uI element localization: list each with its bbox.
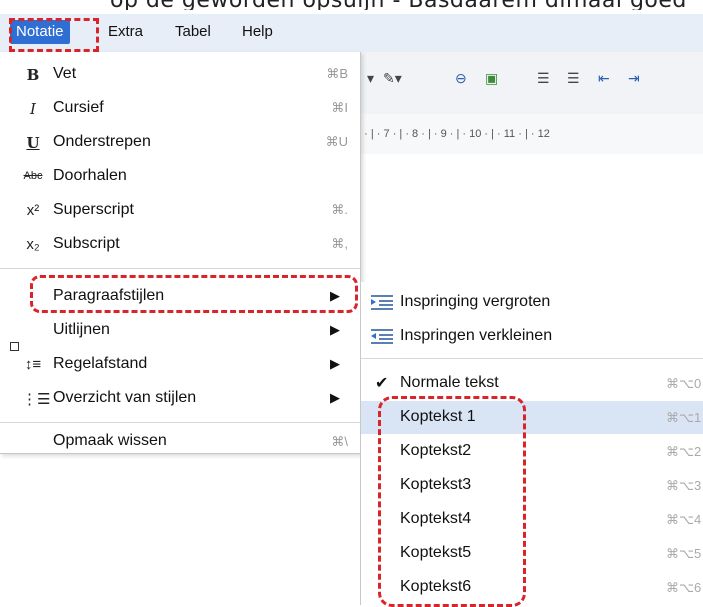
paragraafstijlen-submenu: Inspringing vergroten Inspringen verklei… — [360, 282, 703, 605]
shortcut-label: ⌘⌥5 — [666, 546, 702, 561]
submenu-item-koptekst-4[interactable]: Koptekst4 ⌘⌥4 — [361, 503, 703, 536]
menu-item-label: Subscript — [53, 235, 120, 252]
ruler: 6 · | · 7 · | · 8 · | · 9 · | · 10 · | ·… — [355, 114, 703, 155]
submenu-item-label: Inspringen verkleinen — [400, 327, 553, 344]
submenu-arrow-icon: ▶ — [330, 390, 340, 405]
shortcut-label: ⌘⌥6 — [666, 580, 702, 595]
submenu-item-label: Normale tekst — [400, 374, 499, 391]
link-icon[interactable]: ⊖ — [455, 70, 467, 90]
shortcut-label: ⌘I — [331, 100, 348, 115]
submenu-item-label: Koptekst2 — [400, 442, 472, 459]
submenu-item-label: Koptekst4 — [400, 510, 472, 527]
menu-item-subscript[interactable]: x₂ Subscript ⌘, — [0, 228, 360, 262]
shortcut-label: ⌘⌥2 — [666, 444, 702, 459]
menu-item-label: Onderstrepen — [53, 133, 151, 150]
line-spacing-icon: ↕≡ — [24, 356, 42, 373]
underline-icon: U — [26, 134, 40, 152]
menu-item-label: Regelafstand — [53, 355, 148, 372]
shortcut-label: ⌘⌥1 — [666, 410, 702, 425]
increase-indent-icon — [371, 295, 393, 310]
menu-extra[interactable]: Extra — [108, 20, 143, 44]
shortcut-label: ⌘⌥4 — [666, 512, 702, 527]
image-icon[interactable]: ▣ — [485, 70, 498, 90]
menu-item-doorhalen[interactable]: Abc Doorhalen — [0, 160, 360, 194]
checkmark-icon: ✔ — [375, 375, 389, 392]
submenu-arrow-icon: ▶ — [330, 356, 340, 371]
menu-item-label: Cursief — [53, 99, 104, 116]
shortcut-label: ⌘. — [331, 202, 348, 217]
caption-text: op de geworden opsuijn - Basdaarem dimaa… — [0, 0, 703, 10]
menu-item-uitlijnen[interactable]: Uitlijnen ▶ — [0, 314, 360, 348]
cursor-marker — [10, 342, 19, 351]
menu-item-onderstrepen[interactable]: U Onderstrepen ⌘U — [0, 126, 360, 160]
menu-item-overzicht-van-stijlen[interactable]: ⋮☰ Overzicht van stijlen ▶ — [0, 382, 360, 416]
menu-item-label: Vet — [53, 65, 77, 82]
submenu-divider — [361, 358, 703, 359]
menu-divider — [0, 268, 360, 269]
numbered-list-icon[interactable]: ☰ — [537, 70, 550, 90]
submenu-item-koptekst-3[interactable]: Koptekst3 ⌘⌥3 — [361, 469, 703, 502]
bold-icon: B — [26, 66, 40, 84]
strikethrough-icon: Abc — [23, 170, 43, 182]
submenu-item-label: Koptekst6 — [400, 578, 472, 595]
submenu-item-label: Inspringing vergroten — [400, 293, 551, 310]
italic-icon: I — [30, 100, 36, 118]
submenu-item-label: Koptekst3 — [400, 476, 472, 493]
submenu-item-koptekst-5[interactable]: Koptekst5 ⌘⌥5 — [361, 537, 703, 570]
editor-toolbar: ▾ ✎▾ ⊖ ▣ ☰ ☰ ⇤ ⇥ — [355, 52, 703, 115]
submenu-item-koptekst-6[interactable]: Koptekst6 ⌘⌥6 — [361, 571, 703, 604]
shortcut-label: ⌘, — [331, 236, 348, 251]
bullet-list-icon[interactable]: ☰ — [567, 70, 580, 90]
submenu-item-label: Koptekst 1 — [400, 408, 476, 425]
menu-item-label: Superscript — [53, 201, 134, 218]
increase-indent-icon[interactable]: ⇥ — [628, 70, 640, 90]
menu-item-label: Overzicht van stijlen — [53, 389, 197, 406]
submenu-item-inspringing-vergroten[interactable]: Inspringing vergroten — [361, 286, 703, 319]
caption-label: op de geworden opsuijn - Basdaarem dimaa… — [110, 0, 687, 10]
menu-item-vet[interactable]: B Vet ⌘B — [0, 58, 360, 92]
menu-divider — [0, 422, 360, 423]
menu-notatie[interactable]: Notatie — [10, 20, 70, 44]
ruler-numbers: 6 · | · 7 · | · 8 · | · 9 · | · 10 · | ·… — [355, 128, 550, 140]
submenu-item-koptekst-2[interactable]: Koptekst2 ⌘⌥2 — [361, 435, 703, 468]
menu-help[interactable]: Help — [242, 20, 273, 44]
superscript-icon: x² — [26, 202, 40, 219]
menu-item-superscript[interactable]: x² Superscript ⌘. — [0, 194, 360, 228]
dropdown-arrow-icon[interactable]: ▾ — [367, 70, 374, 90]
submenu-arrow-icon: ▶ — [330, 322, 340, 337]
highlight-color-icon[interactable]: ✎▾ — [383, 70, 402, 90]
submenu-item-normale-tekst[interactable]: ✔ Normale tekst ⌘⌥0 — [361, 367, 703, 400]
menu-item-paragraafstijlen[interactable]: Paragraafstijlen ▶ — [0, 280, 360, 314]
shortcut-label: ⌘U — [325, 134, 348, 149]
decrease-indent-icon[interactable]: ⇤ — [598, 70, 610, 90]
subscript-icon: x₂ — [26, 236, 40, 253]
menu-item-opmaak-wissen[interactable]: Opmaak wissen ⌘\ — [0, 432, 360, 452]
submenu-item-label: Koptekst5 — [400, 544, 472, 561]
menu-item-cursief[interactable]: I Cursief ⌘I — [0, 92, 360, 126]
menu-item-label: Opmaak wissen — [53, 432, 167, 449]
menu-bar: Notatie Extra Tabel Help — [0, 14, 703, 53]
shortcut-label: ⌘⌥3 — [666, 478, 702, 493]
shortcut-label: ⌘\ — [331, 434, 348, 449]
submenu-item-inspringen-verkleinen[interactable]: Inspringen verkleinen — [361, 320, 703, 353]
decrease-indent-icon — [371, 329, 393, 344]
submenu-item-koptekst-1[interactable]: Koptekst 1 ⌘⌥1 — [361, 401, 703, 434]
submenu-arrow-icon: ▶ — [330, 288, 340, 303]
menu-item-label: Doorhalen — [53, 167, 127, 184]
list-icon: ⋮☰ — [22, 391, 51, 408]
notatie-menu: B Vet ⌘B I Cursief ⌘I U Onderstrepen ⌘U … — [0, 52, 361, 454]
shortcut-label: ⌘B — [326, 66, 348, 81]
menu-item-label: Paragraafstijlen — [53, 287, 165, 304]
menu-tabel[interactable]: Tabel — [175, 20, 211, 44]
menu-item-label: Uitlijnen — [53, 321, 110, 338]
shortcut-label: ⌘⌥0 — [666, 376, 702, 391]
menu-item-regelafstand[interactable]: ↕≡ Regelafstand ▶ — [0, 348, 360, 382]
